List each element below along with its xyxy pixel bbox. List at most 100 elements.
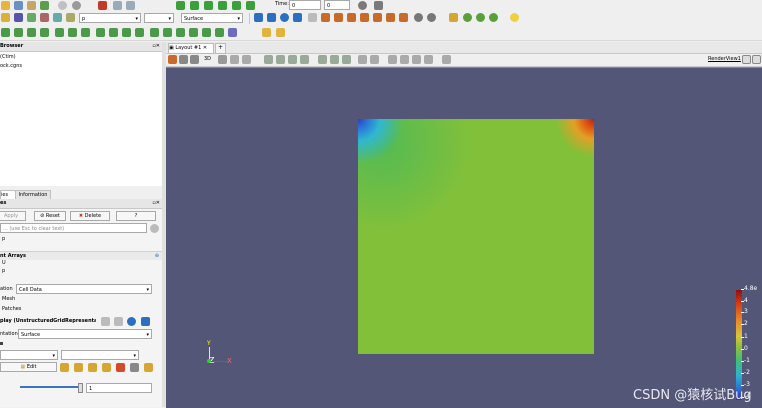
annotate-icon[interactable] [276, 28, 285, 37]
select-surface-points-icon[interactable] [276, 55, 285, 64]
help-button[interactable]: ? [116, 211, 156, 221]
warp-vector-filter-icon[interactable] [109, 28, 118, 37]
help-icon[interactable] [58, 1, 67, 10]
next-frame-icon[interactable] [218, 1, 227, 10]
variable-combo[interactable]: p ▾ [79, 13, 141, 23]
select-polygon-icon[interactable] [318, 55, 327, 64]
reset-camera-icon[interactable] [254, 13, 263, 22]
loop-icon[interactable] [246, 1, 255, 10]
clip-filter-icon[interactable] [27, 28, 36, 37]
view-toolbar-icon-3[interactable] [190, 55, 199, 64]
group-datasets-filter-icon[interactable] [122, 28, 131, 37]
ruler-tool-icon[interactable] [262, 28, 271, 37]
time-input[interactable]: 0 [289, 0, 321, 10]
contour-filter-icon[interactable] [14, 28, 23, 37]
reload-icon[interactable] [127, 317, 136, 326]
calculator-filter-icon[interactable] [1, 28, 10, 37]
pipeline-item-builtin[interactable]: (Ctim) [0, 54, 162, 60]
integrate-variables-icon[interactable] [176, 28, 185, 37]
rescale-icon[interactable] [60, 363, 69, 372]
zoom-in-icon[interactable] [230, 55, 239, 64]
view-plus-y-icon[interactable] [347, 13, 356, 22]
copy-icon[interactable] [101, 317, 110, 326]
range-over-time-icon[interactable] [53, 13, 62, 22]
temporal-filter-icon[interactable] [202, 28, 211, 37]
disconnect-icon[interactable] [27, 1, 36, 10]
reset-button[interactable]: ⊘ Reset [34, 211, 66, 221]
zoom-closest-icon[interactable] [267, 13, 276, 22]
view-toolbar-icon-2[interactable] [179, 55, 188, 64]
view-toolbar-icon-1[interactable] [168, 55, 177, 64]
custom-range-icon[interactable] [40, 13, 49, 22]
light-bulb-icon[interactable] [510, 13, 519, 22]
view-minus-y-icon[interactable] [360, 13, 369, 22]
representation-property-combo[interactable]: Surface ▾ [18, 329, 152, 339]
select-frustum-points-icon[interactable] [300, 55, 309, 64]
glyph-filter-icon[interactable] [81, 28, 90, 37]
opacity-slider-handle[interactable] [78, 383, 83, 393]
interactive-select-icon[interactable] [342, 55, 351, 64]
tab-layout-1[interactable]: ▣ Layout #1 ✕ [168, 43, 214, 54]
grow-selection-icon[interactable] [388, 55, 397, 64]
save-icon[interactable] [141, 317, 150, 326]
python-shell-icon[interactable] [228, 28, 237, 37]
last-frame-icon[interactable] [232, 1, 241, 10]
array-item-p[interactable]: p [2, 268, 164, 274]
representation-combo[interactable]: Surface ▾ [181, 13, 243, 23]
clear-selection-icon[interactable] [412, 55, 421, 64]
search-input[interactable]: ... (use Esc to clear text) [0, 223, 147, 233]
add-layout-tab[interactable]: + [215, 43, 226, 54]
select-frustum-cells-icon[interactable] [288, 55, 297, 64]
select-cells-icon[interactable] [463, 13, 472, 22]
pipeline-item-cgns[interactable]: ock.cgns [0, 63, 162, 69]
camera-redo-icon[interactable] [126, 1, 135, 10]
edit-selection-icon[interactable] [424, 55, 433, 64]
toggle-3d-button[interactable]: 3D [204, 56, 211, 62]
colormap-preset-icon[interactable] [144, 363, 153, 372]
color-component-combo[interactable]: ▾ [61, 350, 139, 360]
view-plus-z-icon[interactable] [373, 13, 382, 22]
open-icon[interactable] [1, 1, 10, 10]
close-icon[interactable]: ✕ [201, 45, 207, 51]
rotate-ccw-icon[interactable] [427, 13, 436, 22]
histogram-filter-icon[interactable] [215, 28, 224, 37]
color-by-combo[interactable]: ▾ [0, 350, 58, 360]
zoom-to-data-icon[interactable] [374, 1, 383, 10]
stream-tracer-filter-icon[interactable] [96, 28, 105, 37]
zoom-out-icon[interactable] [242, 55, 251, 64]
zoom-box-icon[interactable] [308, 13, 317, 22]
trash-icon[interactable] [130, 363, 139, 372]
opacity-input[interactable]: 1 [86, 383, 152, 393]
extract-level-filter-icon[interactable] [135, 28, 144, 37]
close-icon[interactable]: ▫✕ [152, 42, 160, 51]
globe-icon[interactable] [280, 13, 289, 22]
shrink-selection-icon[interactable] [400, 55, 409, 64]
probe-filter-icon[interactable] [163, 28, 172, 37]
first-frame-icon[interactable] [176, 1, 185, 10]
ruler-icon[interactable] [293, 13, 302, 22]
rotate-cw-icon[interactable] [414, 13, 423, 22]
view-minus-x-icon[interactable] [334, 13, 343, 22]
time-step-input[interactable]: 0 [324, 0, 350, 10]
select-points-icon[interactable] [449, 13, 458, 22]
isometric-view-icon[interactable] [399, 13, 408, 22]
apply-button[interactable]: Apply [0, 211, 26, 221]
plot-over-line-icon[interactable] [150, 28, 159, 37]
rescale-custom-icon[interactable] [74, 363, 83, 372]
paste-icon[interactable] [114, 317, 123, 326]
info-icon[interactable]: ⊕ [155, 252, 159, 260]
edit-colormap-icon[interactable] [14, 13, 23, 22]
array-item-u[interactable]: U [2, 260, 164, 266]
opacity-slider[interactable] [20, 386, 80, 388]
play-icon[interactable] [204, 1, 213, 10]
gear-icon[interactable] [150, 224, 159, 233]
rescale-time-icon[interactable] [88, 363, 97, 372]
split-vertical-icon[interactable] [752, 55, 761, 64]
connect-icon[interactable] [14, 1, 23, 10]
location-combo[interactable]: Cell Data ▾ [16, 284, 152, 294]
patches-item[interactable]: Patches [2, 306, 164, 312]
view-toolbar-icon-4[interactable] [218, 55, 227, 64]
toggle-colorbar-icon[interactable] [1, 13, 10, 22]
threshold-filter-icon[interactable] [55, 28, 64, 37]
select-surface-cells-icon[interactable] [264, 55, 273, 64]
